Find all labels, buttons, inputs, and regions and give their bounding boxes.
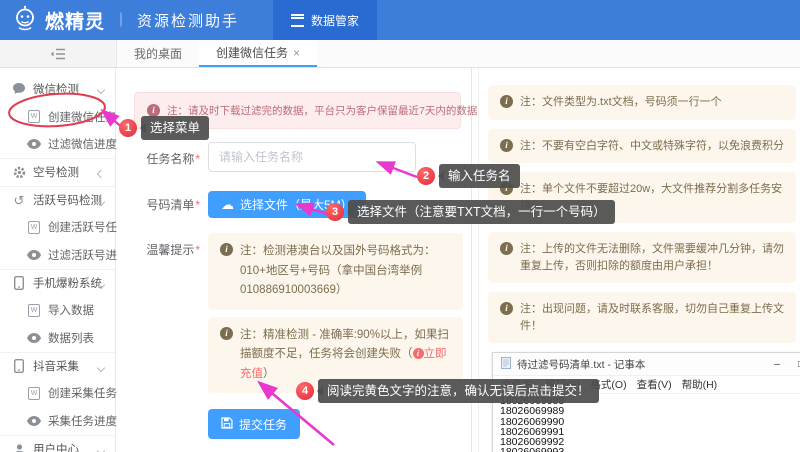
user-icon [12,443,26,452]
brand-divider: ｜ [114,10,128,30]
sidebar-item-douyin-collect[interactable]: 抖音采集 [0,352,115,380]
eye-icon [27,139,41,149]
number-list-label: 号码清单 [146,198,194,212]
recharge-info-icon [413,348,424,359]
task-name-label: 任务名称 [146,152,194,166]
retention-warning-text: 注：请及时下载过滤完的数据，平台只为客户保留最近7天内的数据！ [167,103,488,118]
sidebar-item-wechat-detect[interactable]: 微信检测 [0,75,115,103]
sidebar-item-create-wechat-task[interactable]: 创建微信任务 [0,103,115,131]
maximize-icon[interactable]: □ [792,359,800,370]
app-window: 燃精灵 ｜ 资源检测助手 数据管家 我的桌面 创建微信任务 × [0,0,800,452]
step-tooltip-3: 选择文件（注意要TXT文档，一行一个号码） [348,200,615,224]
tab-my-desktop[interactable]: 我的桌面 [117,40,199,67]
required-mark: * [195,243,200,257]
step-tooltip-1: 选择菜单 [141,116,209,140]
step-badge-2: 2 [417,167,435,185]
format-note-text: 注：检测港澳台以及国外号码格式为：010+地区号+号码（拿中国台湾举例01088… [240,242,451,301]
sidebar-item-import-data[interactable]: 导入数据 [0,297,115,325]
step-tooltip-4: 阅读完黄色文字的注意，确认无误后点击提交！ [318,379,599,403]
tips-label: 温馨提示 [146,243,194,257]
app-subtitle: 资源检测助手 [137,10,239,31]
submit-task-button[interactable]: 提交任务 [208,409,300,439]
note-file-type: 注：文件类型为.txt文档，号码须一行一个 [488,85,796,120]
tab-list: 我的桌面 创建微信任务 × [117,40,317,67]
tab-create-wechat-task[interactable]: 创建微信任务 × [199,40,317,67]
menu-view[interactable]: 查看(V) [637,377,672,392]
notepad-file-icon [501,357,511,372]
info-icon [500,139,513,152]
logo: 燃精灵 ｜ 资源检测助手 [0,0,249,40]
gear-icon [12,166,26,179]
note-no-reupload: 注：上传的文件无法删除，文件需要缓冲几分钟，请勿重复上传，否则扣除的额度由用户承… [488,232,796,283]
sidebar-item-phone-fans-system[interactable]: 手机爆粉系统 [0,269,115,297]
chat-icon [12,82,26,95]
sidebar-item-create-active-task[interactable]: 创建活跃号任务 [0,213,115,241]
cloud-upload-icon [221,198,234,212]
phone-icon [12,359,26,373]
format-note-alert: 注：检测港澳台以及国外号码格式为：010+地区号+号码（拿中国台湾举例01088… [208,233,463,310]
save-icon [221,417,233,432]
notepad-title: 待过滤号码清单.txt - 记事本 [517,357,645,372]
hamburger-icon [291,14,304,27]
eye-icon [27,333,41,343]
note-contact-support: 注：出现问题，请及时联系客服，切勿自己重复上传文件！ [488,292,796,343]
menu-fold-icon [50,47,66,61]
sidebar-collapse-button[interactable] [0,40,117,67]
sidebar-item-create-collect-task[interactable]: 创建采集任务 [0,380,115,408]
sidebar: 微信检测 创建微信任务 过滤微信进度 空号检测 ↺ 活跃号码检测 创建活跃号任务… [0,68,116,452]
chevron-down-icon [97,447,105,452]
required-mark: * [195,198,200,212]
step-tooltip-2: 输入任务名 [439,164,520,188]
doc-w-icon [27,110,41,123]
note-no-special-chars: 注：不要有空白字符、中文或特殊字符，以免浪费积分 [488,129,796,164]
info-icon [500,242,513,255]
step-badge-3: 3 [326,203,344,221]
sidebar-item-empty-number-detect[interactable]: 空号检测 [0,158,115,186]
required-mark: * [195,152,200,166]
task-name-input[interactable] [208,142,416,172]
chevron-down-icon [97,364,105,372]
eye-icon [27,250,41,260]
nav-item-data-manager[interactable]: 数据管家 [273,0,377,40]
sidebar-item-filter-active-progress[interactable]: 过滤活跃号进度 [0,241,115,269]
info-icon [500,95,513,108]
phone-icon [12,276,26,290]
history-icon: ↺ [12,194,26,207]
notepad-titlebar[interactable]: 待过滤号码清单.txt - 记事本 – □ [493,353,800,376]
info-icon [220,327,233,340]
info-icon [500,302,513,315]
task-name-row: 任务名称* [134,142,461,172]
sidebar-item-collect-task-progress[interactable]: 采集任务进度 [0,407,115,435]
minimize-icon[interactable]: – [768,359,786,370]
sidebar-item-active-number-detect[interactable]: ↺ 活跃号码检测 [0,186,115,214]
chevron-left-icon [97,170,105,178]
sidebar-item-user-center[interactable]: 用户中心 [0,435,115,452]
nav-item-label: 数据管家 [311,12,359,29]
step-badge-4: 4 [296,382,314,400]
mascot-logo-icon [12,5,38,36]
tab-bar: 我的桌面 创建微信任务 × [0,40,800,68]
chevron-down-icon [97,86,105,94]
tab-close-icon[interactable]: × [293,46,300,60]
sidebar-item-filter-wechat-progress[interactable]: 过滤微信进度 [0,130,115,158]
info-icon [220,243,233,256]
menu-help[interactable]: 帮助(H) [682,377,718,392]
app-header: 燃精灵 ｜ 资源检测助手 数据管家 [0,0,800,40]
doc-w-icon [27,221,41,234]
step-badge-1: 1 [119,119,137,137]
sidebar-item-data-list[interactable]: 数据列表 [0,324,115,352]
tips-row: 温馨提示* 注：检测港澳台以及国外号码格式为：010+地区号+号码（拿中国台湾举… [134,233,461,393]
brand-name: 燃精灵 [45,7,105,34]
doc-w-icon [27,387,41,400]
doc-w-icon [27,304,41,317]
phone-number-line: 18026069993 [500,447,800,452]
eye-icon [27,416,41,426]
